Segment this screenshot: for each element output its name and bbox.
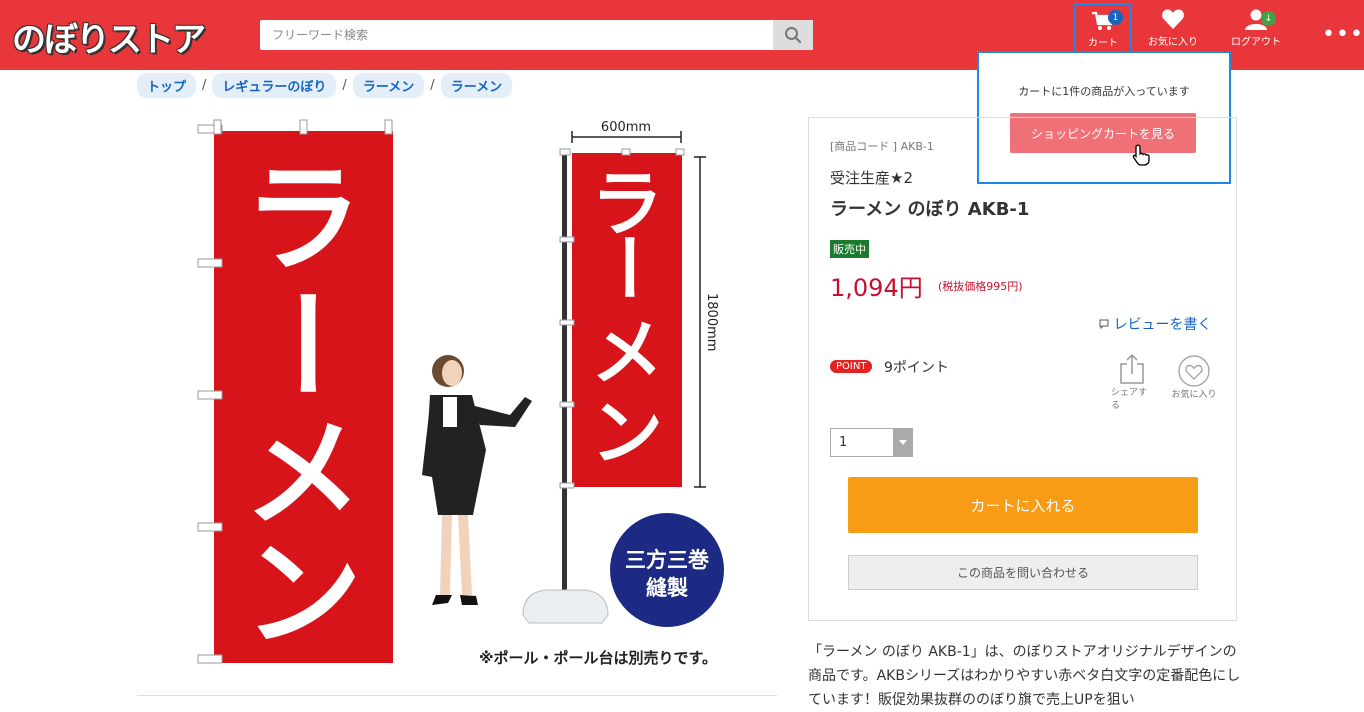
seal-line-1: 三方三巻	[625, 548, 709, 572]
status-badge: 販売中	[830, 240, 869, 258]
favorite-label: お気に入り	[1148, 37, 1198, 48]
quantity-value: 1	[839, 435, 848, 450]
site-logo[interactable]: のぼりストア	[12, 12, 206, 61]
breadcrumb-item-regular[interactable]: レギュラーのぼり	[212, 73, 337, 98]
banner-small-char-2: ー	[585, 231, 669, 303]
chevron-down-icon	[893, 429, 912, 456]
logout-badge: ↓	[1261, 11, 1276, 26]
breadcrumb: トップ / レギュラーのぼり / ラーメン / ラーメン	[137, 73, 513, 98]
cart-label: カート	[1088, 38, 1118, 49]
banner-large-char-2: ー	[235, 284, 373, 402]
image-divider	[137, 695, 777, 696]
banner-small-char-4: ン	[591, 391, 663, 475]
width-dimension-label: 600mm	[601, 120, 651, 135]
inquire-button[interactable]: この商品を問い合わせる	[848, 555, 1198, 590]
product-name: ラーメン のぼり AKB-1	[830, 199, 1030, 220]
breadcrumb-item-ramen-category[interactable]: ラーメン	[352, 73, 425, 98]
pole-base	[522, 589, 609, 624]
add-favorite-label: お気に入り	[1171, 390, 1217, 400]
product-image[interactable]: ラ ー メ ン ラ ー メ ン 600mm 1800mm 三方三巻 縫製 ※ポー…	[190, 115, 750, 675]
comment-icon	[1099, 319, 1109, 330]
quantity-select[interactable]: 1	[830, 428, 913, 457]
point-badge: POINT	[830, 360, 873, 373]
production-note: 受注生産★2	[830, 169, 913, 187]
share-button[interactable]: シェアする	[1111, 353, 1153, 411]
share-icon	[1120, 353, 1144, 384]
height-dimension-label: 1800mm	[704, 293, 719, 351]
cart-nav[interactable]: カート 1	[1074, 3, 1132, 53]
banner-large-char-1: ラ	[244, 150, 362, 288]
banner-large-char-3: メ	[244, 405, 362, 543]
add-favorite-button[interactable]: お気に入り	[1169, 355, 1219, 400]
banner-small-char-3: メ	[591, 311, 663, 395]
share-label: シェアする	[1111, 388, 1148, 411]
banner-large-char-4: ン	[244, 525, 362, 663]
breadcrumb-separator: /	[202, 78, 207, 93]
search-bar	[260, 20, 813, 50]
breadcrumb-separator: /	[342, 78, 347, 93]
search-input[interactable]	[260, 20, 770, 50]
cart-popup-message: カートに1件の商品が入っています	[1018, 85, 1190, 98]
product-description: 「ラーメン のぼり AKB-1」は、のぼりストアオリジナルデザインの商品です。A…	[808, 644, 1241, 708]
product-code: [商品コード ] AKB-1	[830, 140, 934, 153]
tax-note: (税抜価格995円)	[938, 280, 1023, 293]
breadcrumb-separator: /	[430, 78, 435, 93]
search-button[interactable]	[773, 20, 813, 50]
write-review-link[interactable]: レビューを書く	[1099, 314, 1211, 334]
pole-note: ※ポール・ポール台は別売りです。	[479, 649, 717, 667]
point-value: 9ポイント	[884, 360, 949, 376]
heart-icon	[1162, 9, 1184, 29]
favorite-nav[interactable]: お気に入り	[1148, 8, 1198, 48]
product-info-panel: [商品コード ] AKB-1 受注生産★2 ラーメン のぼり AKB-1 販売中…	[808, 117, 1237, 621]
logout-nav[interactable]: ログアウト ↓	[1228, 8, 1284, 48]
breadcrumb-item-top[interactable]: トップ	[137, 73, 197, 98]
seal-line-2: 縫製	[646, 576, 688, 600]
add-to-cart-button[interactable]: カートに入れる	[848, 477, 1198, 533]
heart-outline-icon	[1178, 355, 1210, 387]
breadcrumb-item-ramen[interactable]: ラーメン	[440, 73, 513, 98]
more-menu-icon[interactable]: •••	[1322, 22, 1364, 47]
write-review-label: レビューを書く	[1113, 317, 1212, 333]
pole	[562, 150, 567, 600]
search-icon	[785, 27, 802, 44]
product-price: 1,094円	[830, 274, 923, 302]
cart-count-badge: 1	[1108, 10, 1123, 25]
model-figure	[422, 355, 532, 605]
logout-label: ログアウト	[1231, 37, 1281, 48]
